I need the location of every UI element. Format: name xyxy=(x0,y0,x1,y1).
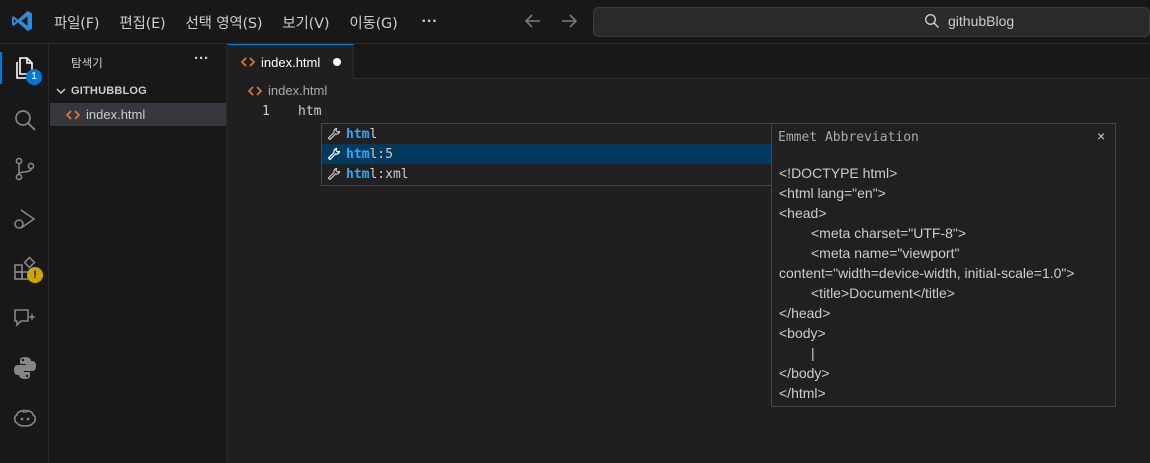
menu-bar: 파일(F) 편집(E) 선택 영역(S) 보기(V) 이동(G) ··· xyxy=(44,0,452,44)
close-icon[interactable]: × xyxy=(1097,128,1105,144)
suggestion-rest: l:xml xyxy=(369,166,409,182)
chat-sparkle-icon[interactable] xyxy=(12,305,38,331)
line-number: 1 xyxy=(262,104,270,119)
breadcrumb: index.html xyxy=(248,83,327,98)
menu-view[interactable]: 보기(V) xyxy=(272,12,339,33)
editor-tabs: index.html xyxy=(227,44,1150,79)
search-icon xyxy=(924,13,940,29)
breadcrumb-file[interactable]: index.html xyxy=(268,83,327,98)
suggestion-item[interactable]: html xyxy=(322,124,771,144)
back-arrow-icon[interactable] xyxy=(522,10,544,32)
details-line: </html> xyxy=(779,385,826,401)
tab-label: index.html xyxy=(261,54,321,70)
menu-more-icon[interactable]: ··· xyxy=(408,13,452,31)
details-line: </head> xyxy=(779,305,831,321)
details-line: <meta charset="UTF-8"> xyxy=(811,225,967,241)
unsaved-dot-icon[interactable] xyxy=(333,58,341,66)
warning-badge: ! xyxy=(27,267,43,283)
menu-go[interactable]: 이동(G) xyxy=(339,12,407,33)
details-line: <head> xyxy=(779,205,827,221)
title-bar: 파일(F) 편집(E) 선택 영역(S) 보기(V) 이동(G) ··· git… xyxy=(0,0,1150,44)
forward-arrow-icon[interactable] xyxy=(558,10,580,32)
wrench-icon xyxy=(327,127,341,141)
active-indicator xyxy=(0,52,2,84)
menu-edit[interactable]: 편집(E) xyxy=(109,12,175,33)
source-control-icon[interactable] xyxy=(12,156,38,182)
suggestion-item[interactable]: html:xml xyxy=(322,164,771,184)
navigation-arrows xyxy=(522,10,580,32)
menu-file[interactable]: 파일(F) xyxy=(44,12,109,33)
details-line: <!DOCTYPE html> xyxy=(779,165,898,181)
details-line: <meta name="viewport" xyxy=(811,245,960,261)
command-center-search[interactable]: githubBlog xyxy=(593,7,1150,37)
suggestion-item-selected[interactable]: html:5 xyxy=(322,144,771,164)
copilot-icon[interactable] xyxy=(12,404,38,430)
details-line: <html lang="en"> xyxy=(779,185,886,201)
explorer-sidebar: 탐색기 ··· GITHUBBLOG index.html xyxy=(49,44,227,463)
suggestion-match: htm xyxy=(346,126,370,142)
file-item-index-html[interactable]: index.html xyxy=(50,103,226,126)
wrench-icon xyxy=(327,147,341,161)
search-text: githubBlog xyxy=(948,13,1015,29)
suggestion-match: htm xyxy=(346,166,370,182)
details-line: <body> xyxy=(779,325,826,341)
folder-githubblog[interactable]: GITHUBBLOG xyxy=(49,81,227,101)
search-icon[interactable] xyxy=(12,107,38,133)
wrench-icon xyxy=(327,167,341,181)
details-line: </body> xyxy=(779,365,830,381)
explorer-badge: 1 xyxy=(26,69,42,85)
run-debug-icon[interactable] xyxy=(12,206,38,232)
folder-name: GITHUBBLOG xyxy=(71,85,147,97)
file-name: index.html xyxy=(86,107,146,122)
details-line: | xyxy=(811,345,815,361)
html-file-icon xyxy=(248,85,262,96)
details-title: Emmet Abbreviation xyxy=(778,130,919,145)
suggestion-rest: l xyxy=(369,126,378,142)
details-line: <title>Document</title> xyxy=(811,285,955,301)
html-file-icon xyxy=(241,57,255,67)
code-line[interactable]: htm xyxy=(298,104,321,119)
activity-bar: 1 ! xyxy=(0,44,49,463)
menu-selection[interactable]: 선택 영역(S) xyxy=(176,12,273,33)
sidebar-title: 탐색기 xyxy=(71,56,103,70)
details-line: content="width=device-width, initial-sca… xyxy=(779,265,1075,281)
html-file-icon xyxy=(66,109,80,120)
tab-index-html[interactable]: index.html xyxy=(227,44,354,79)
suggestion-match: htm xyxy=(346,146,370,162)
python-icon[interactable] xyxy=(12,355,38,381)
chevron-down-icon xyxy=(56,88,66,95)
sidebar-more-icon[interactable]: ··· xyxy=(194,50,209,67)
vscode-logo-icon[interactable] xyxy=(10,9,34,33)
suggestion-details-panel: Emmet Abbreviation × <!DOCTYPE html> <ht… xyxy=(771,123,1116,407)
suggestion-rest: l:5 xyxy=(369,146,393,162)
suggestion-list: html html:5 html:xml xyxy=(321,123,772,186)
